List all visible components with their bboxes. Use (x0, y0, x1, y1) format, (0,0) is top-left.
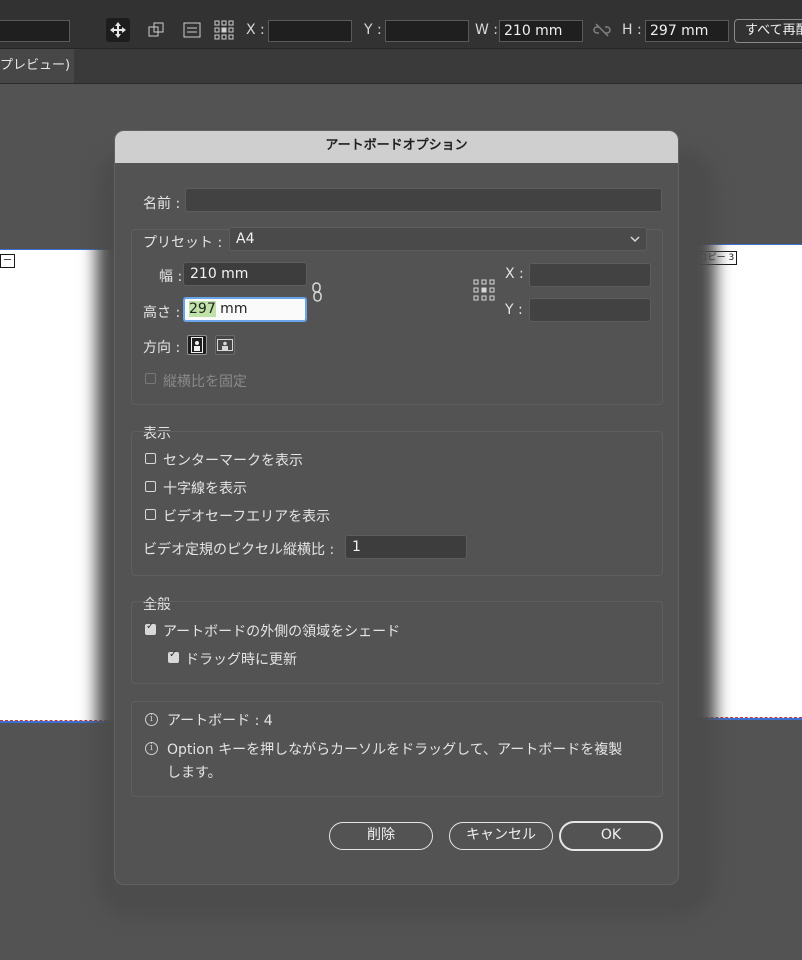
center-mark-checkbox[interactable] (145, 453, 156, 464)
crosshair-checkbox[interactable] (145, 481, 156, 492)
ok-button[interactable]: OK (559, 821, 663, 851)
dialog-title: アートボードオプション (115, 131, 678, 163)
transform-icon[interactable] (144, 18, 168, 42)
pixel-ratio-label: ビデオ定規のピクセル縦横比 : (143, 542, 335, 558)
video-safe-checkbox[interactable] (145, 509, 156, 520)
rearrange-all-button[interactable]: すべて再配置 (734, 19, 802, 43)
reference-point-icon[interactable] (473, 279, 495, 305)
portrait-orientation-button[interactable] (187, 335, 207, 355)
y-label: Y : (364, 22, 382, 38)
height-value-selected: 297 (189, 301, 216, 317)
height-unit: mm (215, 301, 248, 317)
preset-select[interactable]: A4 (229, 227, 647, 251)
update-drag-checkbox[interactable] (168, 649, 179, 663)
name-input[interactable] (185, 188, 662, 212)
artboard-count-text: アートボード : 4 (167, 713, 273, 729)
document-tab-bar: プレビュー) (0, 49, 802, 84)
y-input[interactable] (385, 20, 469, 42)
style-field[interactable] (0, 20, 70, 42)
orientation-label: 方向 : (143, 340, 181, 356)
preset-value: A4 (236, 231, 255, 247)
delete-button[interactable]: 削除 (329, 822, 433, 850)
preset-label: プリセット : (143, 232, 225, 252)
general-group (131, 601, 663, 684)
fade-outside-label[interactable]: アートボードの外側の領域をシェード (163, 621, 400, 641)
artboard-options-icon[interactable] (180, 18, 204, 42)
link-broken-icon[interactable] (590, 18, 614, 42)
landscape-orientation-button[interactable] (215, 335, 235, 355)
update-drag-label[interactable]: ドラッグ時に更新 (185, 649, 297, 669)
y-input[interactable] (529, 298, 651, 322)
reference-point-grid-icon[interactable] (212, 18, 236, 42)
width-input[interactable]: 210 mm (183, 262, 307, 286)
fade-outside-checkbox[interactable] (145, 621, 156, 635)
x-input[interactable] (268, 20, 352, 42)
link-proportions-icon[interactable] (311, 282, 323, 306)
document-tab[interactable]: プレビュー) (0, 49, 74, 83)
h-label: H : (622, 22, 642, 38)
artboard-options-dialog: アートボードオプション 名前 : プリセット : A4 幅 : 210 mm 高… (114, 130, 679, 885)
info-icon: i (145, 713, 158, 726)
crosshair-label[interactable]: 十字線を表示 (163, 478, 247, 498)
tip-text-line1: Option キーを押しながらカーソルをドラッグして、アートボードを複製 (167, 742, 623, 758)
w-input[interactable]: 210 mm (499, 20, 583, 42)
tip-text-line2: します。 (167, 765, 222, 781)
chevron-down-icon (630, 228, 640, 257)
w-label: W : (475, 22, 499, 38)
pixel-ratio-input[interactable]: 1 (345, 535, 467, 559)
y-label: Y : (505, 302, 523, 318)
lock-ratio-label: 縦横比を固定 (163, 374, 247, 390)
height-input[interactable]: 297 mm (183, 297, 307, 322)
reference-point-move-icon[interactable] (106, 18, 130, 42)
cancel-button[interactable]: キャンセル (449, 822, 553, 850)
lock-ratio-checkbox[interactable] (145, 373, 156, 384)
center-mark-label[interactable]: センターマークを表示 (163, 450, 303, 470)
height-label: 高さ : (143, 305, 181, 321)
h-input[interactable]: 297 mm (645, 20, 729, 42)
control-bar: X : Y : W : 210 mm H : 297 mm すべて再配置 (0, 0, 802, 49)
width-label: 幅 : (159, 269, 183, 285)
x-label: X : (246, 22, 265, 38)
info-icon: i (145, 742, 158, 755)
x-label: X : (505, 266, 524, 282)
video-safe-label[interactable]: ビデオセーフエリアを表示 (163, 506, 330, 526)
artboard-name-label[interactable]: ー (0, 254, 16, 268)
x-input[interactable] (529, 263, 651, 287)
name-label: 名前 : (143, 196, 181, 212)
